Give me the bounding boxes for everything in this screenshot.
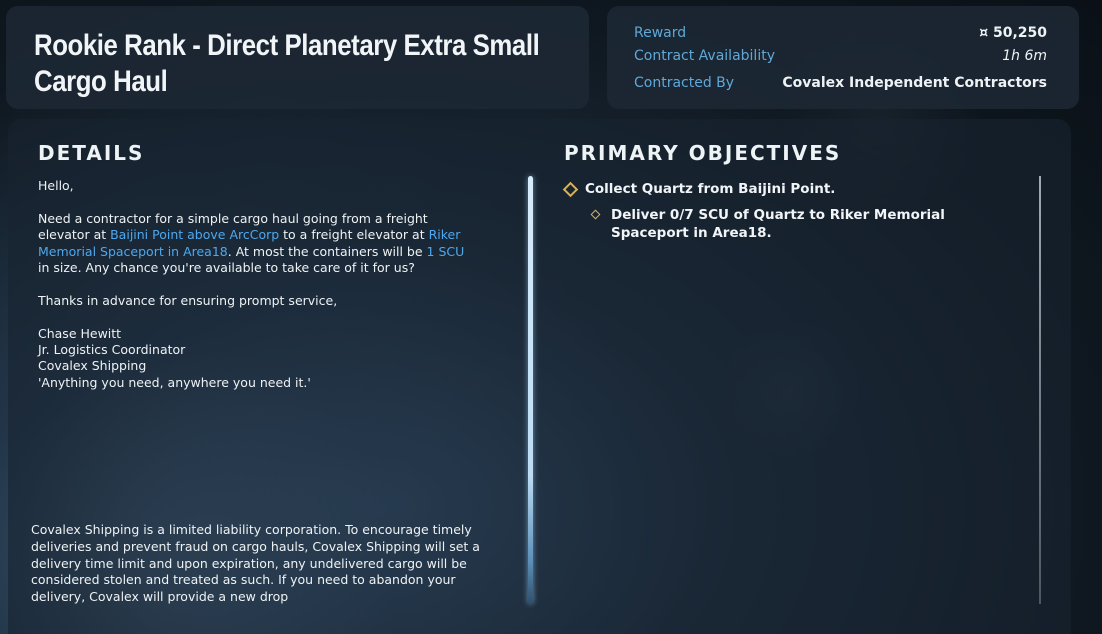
details-scrollbar[interactable]	[528, 176, 533, 604]
objective-text: Collect Quartz from Baijini Point.	[585, 181, 836, 197]
reward-label: Reward	[634, 25, 687, 41]
thanks-line: Thanks in advance for ensuring prompt se…	[38, 292, 338, 308]
reward-row: Reward ¤ 50,250	[634, 25, 1047, 47]
contract-info-panel: Reward ¤ 50,250 Contract Availability 1h…	[607, 6, 1079, 109]
signature-motto: 'Anything you need, anywhere you need it…	[38, 374, 311, 390]
signature-company: Covalex Shipping	[38, 358, 147, 374]
contracted-by-row: Contracted By Covalex Independent Contra…	[634, 75, 1047, 97]
availability-label: Contract Availability	[634, 48, 775, 64]
signature-title: Jr. Logistics Coordinator	[38, 342, 186, 358]
contracted-by-label: Contracted By	[634, 75, 735, 91]
objectives-heading: PRIMARY OBJECTIVES	[564, 141, 842, 165]
objectives-scroll-edge	[1039, 176, 1041, 604]
signature: Chase Hewitt Jr. Logistics Coordinator C…	[38, 326, 468, 392]
availability-row: Contract Availability 1h 6m	[634, 48, 1047, 70]
greeting: Hello,	[38, 178, 74, 193]
signature-name: Chase Hewitt	[38, 325, 122, 341]
reward-value: ¤ 50,250	[979, 25, 1047, 41]
contract-title: Rookie Rank - Direct Planetary Extra Sma…	[34, 29, 540, 98]
cargo-size: 1 SCU	[426, 243, 465, 259]
objective-text: Deliver 0/7 SCU of Quartz to Riker Memor…	[611, 207, 945, 241]
availability-value: 1h 6m	[1002, 48, 1047, 64]
contract-title-panel: Rookie Rank - Direct Planetary Extra Sma…	[6, 6, 589, 109]
details-body[interactable]: Hello, Need a contractor for a simple ca…	[38, 178, 468, 391]
request-paragraph: Need a contractor for a simple cargo hau…	[38, 210, 465, 276]
pickup-location-link[interactable]: Baijini Point above ArcCorp	[110, 227, 279, 242]
contracted-by-value: Covalex Independent Contractors	[782, 75, 1047, 91]
details-heading: DETAILS	[38, 141, 145, 165]
legal-disclaimer: Covalex Shipping is a limited liability …	[31, 522, 480, 605]
